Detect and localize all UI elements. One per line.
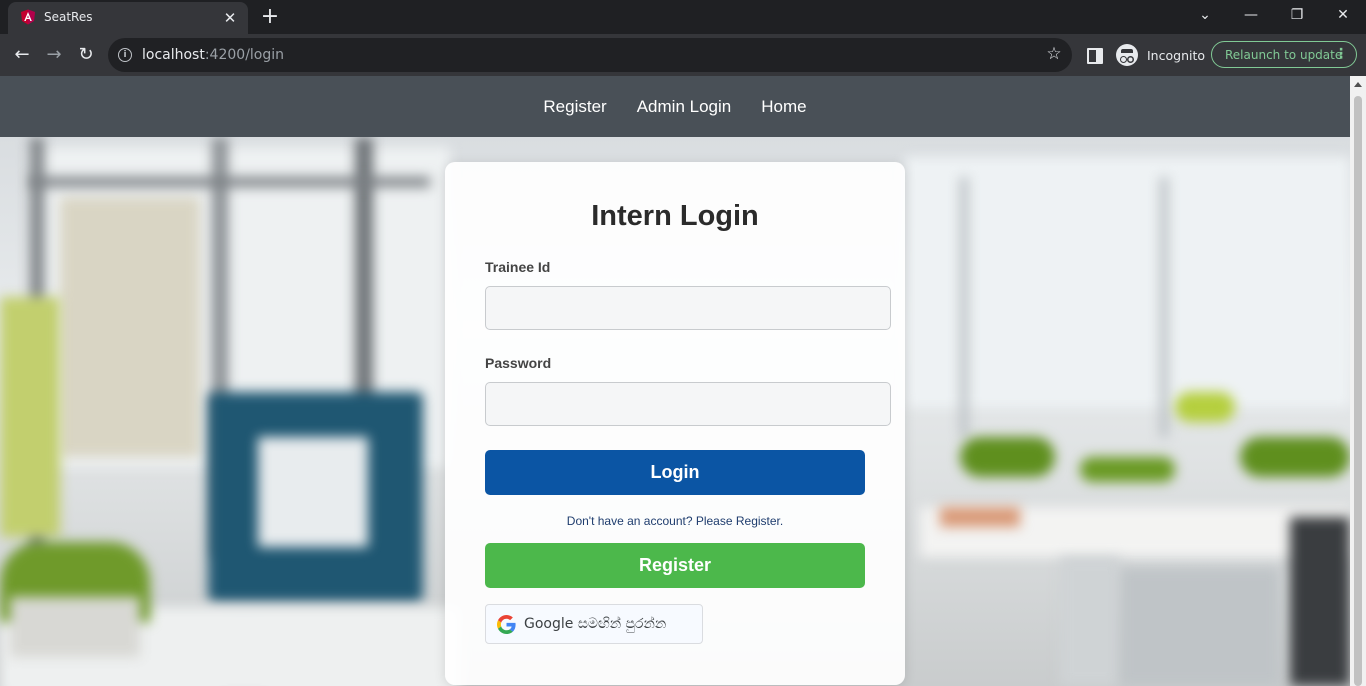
browser-titlebar: SeatRes ✕ + ⌄ — ❐ ✕ xyxy=(0,0,1366,34)
url-host: localhost xyxy=(142,47,205,63)
restore-icon[interactable]: ❐ xyxy=(1274,0,1320,30)
google-sign-in-button[interactable]: Google සමඟින් පුරන්න xyxy=(485,604,703,644)
url-path: :4200/login xyxy=(204,47,285,63)
close-window-icon[interactable]: ✕ xyxy=(1320,0,1366,30)
forward-icon[interactable]: → xyxy=(42,43,66,67)
nav-link-register[interactable]: Register xyxy=(543,97,606,117)
address-bar[interactable]: i localhost:4200/login ☆ xyxy=(108,38,1072,72)
login-button[interactable]: Login xyxy=(485,450,865,495)
password-label: Password xyxy=(485,355,552,371)
incognito-icon xyxy=(1116,44,1138,66)
side-panel-icon[interactable] xyxy=(1087,48,1103,64)
login-card: Intern Login Trainee Id Password Login D… xyxy=(445,162,905,685)
trainee-id-label: Trainee Id xyxy=(485,259,551,275)
incognito-indicator[interactable]: Incognito xyxy=(1114,39,1206,71)
google-logo-icon xyxy=(497,615,516,634)
new-tab-button[interactable]: + xyxy=(258,5,282,29)
angular-logo-icon xyxy=(21,9,35,25)
page-viewport: Register Admin Login Home Intern Login T… xyxy=(0,76,1350,686)
register-button[interactable]: Register xyxy=(485,543,865,588)
password-input[interactable] xyxy=(485,382,891,426)
relaunch-label: Relaunch to update xyxy=(1225,48,1343,62)
tab-title: SeatRes xyxy=(44,10,93,24)
tab-search-icon[interactable]: ⌄ xyxy=(1182,0,1228,30)
nav-link-admin-login[interactable]: Admin Login xyxy=(637,97,732,117)
register-hint-text: Don't have an account? Please Register. xyxy=(566,514,784,528)
page-title: Intern Login xyxy=(591,200,759,232)
top-navbar: Register Admin Login Home xyxy=(0,76,1350,137)
browser-toolbar: ← → ↻ i localhost:4200/login ☆ Incognito… xyxy=(0,34,1366,76)
nav-link-home[interactable]: Home xyxy=(761,97,806,117)
minimize-icon[interactable]: — xyxy=(1228,0,1274,30)
page-scrollbar[interactable] xyxy=(1350,76,1366,686)
scrollbar-thumb[interactable] xyxy=(1354,96,1362,686)
reload-icon[interactable]: ↻ xyxy=(74,43,98,67)
google-sign-in-label: Google සමඟින් පුරන්න xyxy=(524,616,667,632)
incognito-label: Incognito xyxy=(1147,47,1206,63)
site-info-icon[interactable]: i xyxy=(118,48,132,62)
scroll-up-arrow-icon[interactable] xyxy=(1354,82,1362,87)
close-tab-icon[interactable]: ✕ xyxy=(220,8,240,28)
relaunch-button[interactable]: Relaunch to update ⋮ xyxy=(1211,41,1357,68)
bookmark-star-icon[interactable]: ☆ xyxy=(1044,44,1064,64)
trainee-id-input[interactable] xyxy=(485,286,891,330)
browser-tab[interactable]: SeatRes ✕ xyxy=(8,2,248,34)
url-text[interactable]: localhost:4200/login xyxy=(142,47,284,63)
kebab-menu-icon[interactable]: ⋮ xyxy=(1334,46,1348,63)
back-icon[interactable]: ← xyxy=(10,43,34,67)
